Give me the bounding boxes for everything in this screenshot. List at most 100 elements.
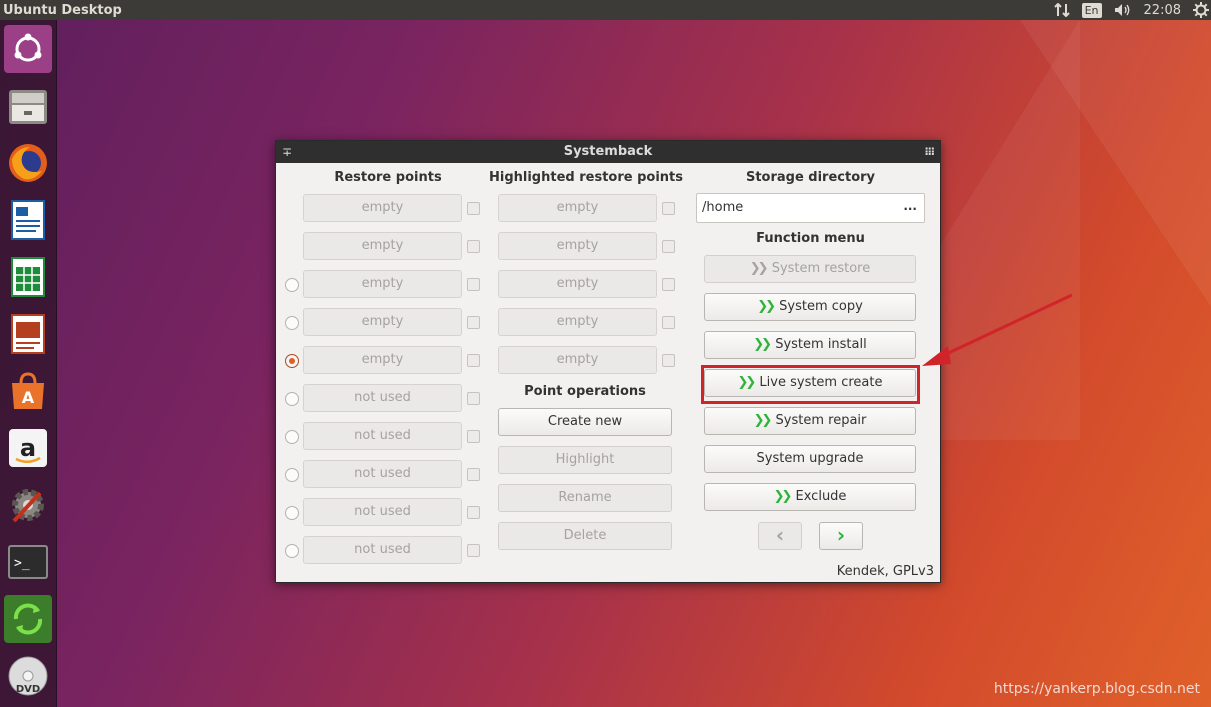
highlighted-restore-points-header: Highlighted restore points	[489, 170, 683, 185]
live-system-create-button[interactable]: ❯❯ Live system create	[704, 369, 916, 397]
highlighted-point-5: empty	[498, 346, 657, 374]
svg-text:A: A	[22, 388, 35, 407]
double-chevron-icon: ❯❯	[749, 261, 769, 276]
system-repair-button[interactable]: ❯❯ System repair	[704, 407, 916, 435]
highlighted-point-3: empty	[498, 270, 657, 298]
files-icon[interactable]	[4, 82, 52, 130]
double-chevron-icon: ❯❯	[757, 299, 776, 314]
svg-text:>_: >_	[14, 556, 30, 571]
previous-page-button[interactable]: ‹	[758, 522, 802, 550]
restore-point-6-checkbox[interactable]	[467, 392, 480, 405]
pin-icon[interactable]: ∓	[282, 141, 292, 163]
restore-point-3-checkbox[interactable]	[467, 278, 480, 291]
top-panel: Ubuntu Desktop En 22:08	[0, 0, 1211, 20]
terminal-icon[interactable]: >_	[4, 538, 52, 586]
highlighted-point-4: empty	[498, 308, 657, 336]
highlighted-point-3-checkbox[interactable]	[662, 278, 675, 291]
system-install-button[interactable]: ❯❯ System install	[704, 331, 916, 359]
restore-point-7-radio[interactable]	[285, 430, 299, 444]
restore-point-7-checkbox[interactable]	[467, 430, 480, 443]
highlighted-point-4-checkbox[interactable]	[662, 316, 675, 329]
restore-point-3-radio[interactable]	[285, 278, 299, 292]
restore-point-8: not used	[303, 460, 462, 488]
svg-text:DVD: DVD	[16, 684, 40, 695]
window-titlebar[interactable]: ∓ Systemback ⁝⁝⁝	[276, 141, 940, 163]
highlighted-point-1: empty	[498, 194, 657, 222]
highlighted-point-2-checkbox[interactable]	[662, 240, 675, 253]
calc-icon[interactable]	[4, 253, 52, 301]
function-menu-header: Function menu	[756, 231, 865, 246]
system-settings-icon[interactable]	[4, 481, 52, 529]
restore-point-4-radio[interactable]	[285, 316, 299, 330]
double-chevron-icon: ❯❯	[753, 413, 773, 428]
restore-point-2: empty	[303, 232, 462, 260]
ubuntu-dash-icon[interactable]	[4, 25, 52, 73]
systemback-icon[interactable]	[4, 595, 52, 643]
exclude-button[interactable]: ❯❯ Exclude	[704, 483, 916, 511]
restore-point-6-radio[interactable]	[285, 392, 299, 406]
restore-point-5-radio[interactable]	[285, 354, 299, 368]
browse-button[interactable]: ...	[903, 192, 917, 220]
chevron-left-icon: ‹	[775, 523, 785, 547]
point-operations-header: Point operations	[524, 384, 646, 399]
dvd-icon[interactable]: DVD	[4, 652, 52, 700]
system-upgrade-button[interactable]: System upgrade	[704, 445, 916, 473]
volume-icon[interactable]	[1114, 3, 1132, 17]
restore-point-4-checkbox[interactable]	[467, 316, 480, 329]
live-system-create-label: Live system create	[759, 375, 883, 390]
gear-icon[interactable]	[1193, 2, 1209, 18]
system-repair-label: System repair	[775, 413, 867, 428]
delete-button[interactable]: Delete	[498, 522, 672, 550]
amazon-icon[interactable]: a	[4, 424, 52, 472]
window-menu-icon[interactable]: ⁝⁝⁝	[924, 141, 935, 163]
system-copy-button[interactable]: ❯❯ System copy	[704, 293, 916, 321]
restore-point-10: not used	[303, 536, 462, 564]
keyboard-language-indicator[interactable]: En	[1081, 2, 1102, 18]
next-page-button[interactable]: ›	[819, 522, 863, 550]
restore-point-9-radio[interactable]	[285, 506, 299, 520]
network-icon[interactable]	[1053, 3, 1070, 17]
restore-point-5: empty	[303, 346, 462, 374]
highlighted-point-5-checkbox[interactable]	[662, 354, 675, 367]
exclude-label: Exclude	[795, 489, 847, 504]
launcher: A a >_ DVD	[0, 20, 57, 707]
restore-point-9: not used	[303, 498, 462, 526]
systemback-window: ∓ Systemback ⁝⁝⁝ Restore points Highligh…	[275, 140, 941, 583]
svg-text:a: a	[20, 434, 36, 462]
restore-point-1-checkbox[interactable]	[467, 202, 480, 215]
clock[interactable]: 22:08	[1144, 3, 1181, 18]
writer-icon[interactable]	[4, 196, 52, 244]
storage-directory-header: Storage directory	[745, 170, 876, 185]
restore-point-10-checkbox[interactable]	[467, 544, 480, 557]
storage-path: /home	[702, 200, 744, 215]
restore-point-10-radio[interactable]	[285, 544, 299, 558]
restore-point-2-checkbox[interactable]	[467, 240, 480, 253]
restore-point-8-checkbox[interactable]	[467, 468, 480, 481]
restore-point-3: empty	[303, 270, 462, 298]
create-new-button[interactable]: Create new	[498, 408, 672, 436]
system-restore-button[interactable]: ❯❯ System restore	[704, 255, 916, 283]
watermark-text: https://yankerp.blog.csdn.net	[993, 681, 1200, 697]
restore-point-5-checkbox[interactable]	[467, 354, 480, 367]
system-restore-label: System restore	[771, 261, 871, 276]
software-center-icon[interactable]: A	[4, 367, 52, 415]
highlighted-point-1-checkbox[interactable]	[662, 202, 675, 215]
restore-point-8-radio[interactable]	[285, 468, 299, 482]
restore-point-9-checkbox[interactable]	[467, 506, 480, 519]
double-chevron-icon: ❯❯	[753, 337, 772, 352]
impress-icon[interactable]	[4, 310, 52, 358]
restore-point-1: empty	[303, 194, 462, 222]
restore-point-7: not used	[303, 422, 462, 450]
restore-point-6: not used	[303, 384, 462, 412]
chevron-right-icon: ›	[836, 523, 846, 547]
double-chevron-icon: ❯❯	[773, 489, 793, 504]
system-copy-label: System copy	[779, 299, 863, 314]
system-install-label: System install	[775, 337, 867, 352]
highlight-button[interactable]: Highlight	[498, 446, 672, 474]
desktop-title: Ubuntu Desktop	[3, 2, 122, 18]
wallpaper-facet	[1020, 20, 1211, 320]
storage-directory-field[interactable]: /home ...	[696, 193, 925, 223]
restore-points-header: Restore points	[334, 170, 442, 185]
firefox-icon[interactable]	[4, 139, 52, 187]
rename-button[interactable]: Rename	[498, 484, 672, 512]
